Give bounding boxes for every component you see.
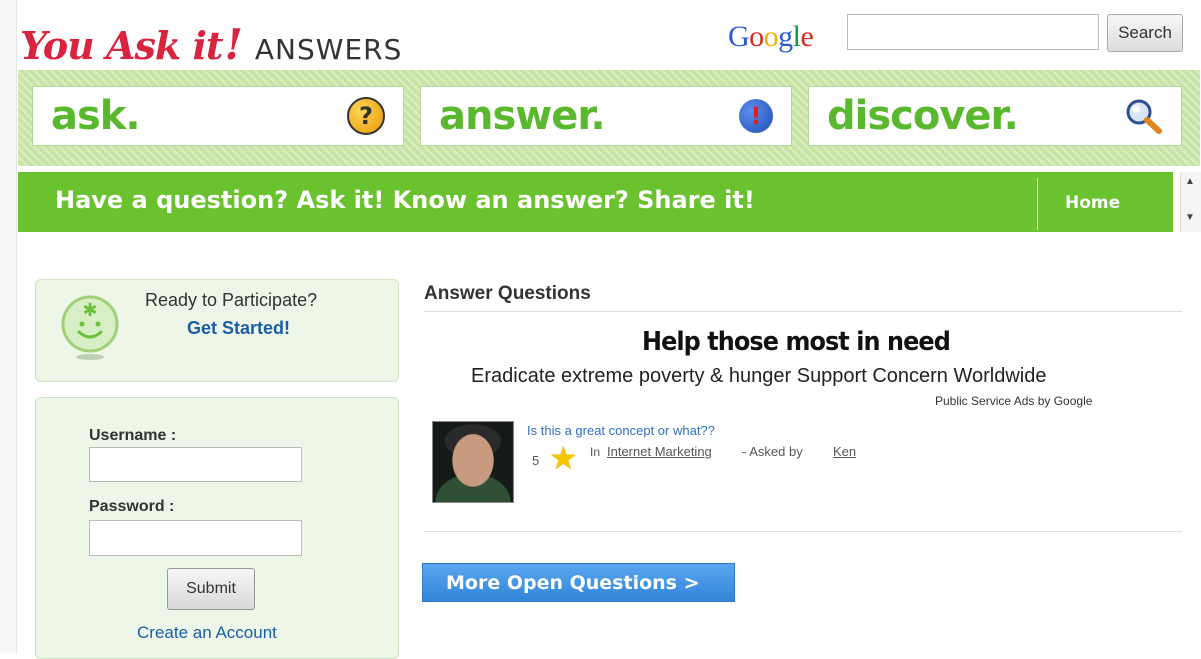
- smiley-icon: ✱: [61, 295, 119, 360]
- ad-credit[interactable]: Public Service Ads by Google: [935, 394, 1092, 408]
- google-letter-2: o: [749, 20, 764, 53]
- svg-text:✱: ✱: [82, 300, 97, 321]
- vote-count: 5: [532, 453, 540, 468]
- author-link[interactable]: Ken: [833, 444, 856, 459]
- tab-answer[interactable]: answer. !: [420, 86, 792, 146]
- logo-subtitle: ANSWERS: [254, 33, 403, 66]
- content-divider: [424, 531, 1182, 532]
- logo-brand: You Ask it: [20, 23, 223, 68]
- section-title: Answer Questions: [424, 283, 591, 304]
- home-link[interactable]: Home: [1065, 193, 1120, 213]
- logo-bang: !: [224, 20, 243, 69]
- scroll-up-icon[interactable]: ▲: [1185, 176, 1195, 187]
- username-label: Username :: [89, 427, 177, 444]
- question-icon: ?: [347, 97, 385, 135]
- tab-answer-label: answer.: [439, 93, 606, 139]
- google-letter-6: e: [800, 20, 814, 53]
- tab-discover[interactable]: discover.: [808, 86, 1182, 146]
- star-icon[interactable]: ★: [549, 442, 578, 474]
- site-logo[interactable]: You Ask it ! ANSWERS: [20, 20, 403, 69]
- google-letter-3: o: [763, 20, 779, 53]
- google-letter-5: l: [792, 20, 801, 53]
- page-left-edge: [0, 0, 17, 654]
- asked-by-label: - Asked by: [742, 444, 803, 459]
- search-input[interactable]: [847, 14, 1099, 50]
- ad-headline[interactable]: Help those most in need: [642, 327, 951, 357]
- google-logo: Google: [728, 20, 814, 54]
- submit-button[interactable]: Submit: [167, 568, 255, 610]
- magnifier-icon: [1126, 99, 1162, 134]
- participate-question: Ready to Participate?: [145, 290, 318, 310]
- password-label: Password :: [89, 498, 175, 515]
- section-title-divider: [424, 311, 1182, 312]
- tab-discover-label: discover.: [827, 93, 1019, 139]
- password-input[interactable]: [89, 520, 302, 556]
- more-open-questions-button[interactable]: More Open Questions >: [422, 563, 735, 602]
- create-account-link[interactable]: Create an Account: [137, 623, 277, 643]
- google-letter-1: G: [728, 20, 750, 53]
- get-started-link[interactable]: Get Started!: [187, 318, 290, 339]
- tab-ask-label: ask.: [51, 93, 141, 139]
- exclamation-icon: !: [739, 99, 773, 133]
- nav-divider: [1037, 178, 1038, 230]
- ad-body[interactable]: Eradicate extreme poverty & hunger Suppo…: [471, 365, 1046, 388]
- google-letter-4: g: [778, 20, 793, 53]
- username-input[interactable]: [89, 447, 302, 482]
- question-title-link[interactable]: Is this a great concept or what??: [527, 423, 715, 438]
- slogan-text: Have a question? Ask it! Know an answer?…: [55, 186, 755, 214]
- tab-ask[interactable]: ask. ?: [32, 86, 404, 146]
- search-button[interactable]: Search: [1107, 14, 1183, 52]
- category-link[interactable]: Internet Marketing: [607, 444, 712, 459]
- scroll-down-icon[interactable]: ▼: [1185, 212, 1195, 223]
- category-prefix: In: [590, 445, 601, 459]
- avatar[interactable]: [432, 421, 514, 503]
